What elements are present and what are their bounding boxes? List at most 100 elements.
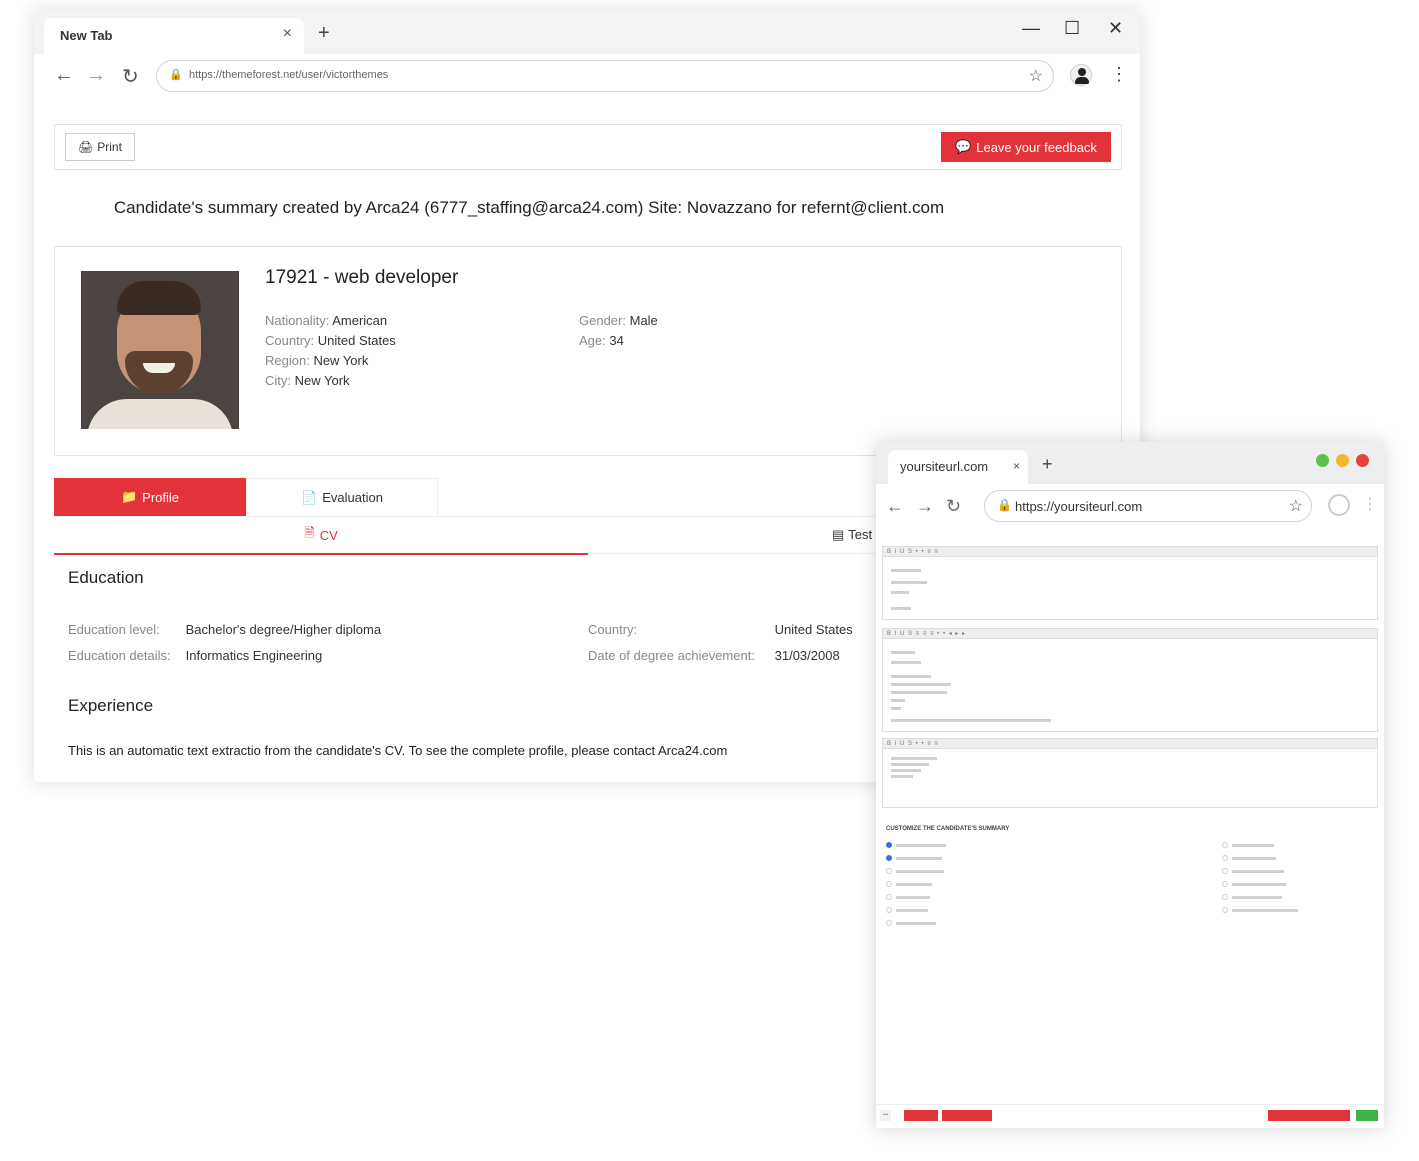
profile-avatar-icon[interactable] [1070,64,1092,86]
option-13[interactable] [1222,907,1298,913]
nationality-label: Nationality: [265,313,330,328]
candidate-photo [81,271,239,429]
tab-profile[interactable]: 📁 Profile [54,478,246,516]
option-3[interactable] [886,868,944,874]
tab-title: New Tab [60,28,113,43]
close-window-button[interactable]: ✕ [1108,18,1123,39]
subtab-cv[interactable]: 🗎 CV [54,517,588,555]
editor-2-toolbar[interactable]: B I U S ≡ ≡ ≡ • • ◂ ▸ ▸ [883,629,1377,639]
option-2[interactable] [886,855,942,861]
mini-red-button-1[interactable] [904,1110,938,1121]
education-details-value: Informatics Engineering [185,648,323,663]
file-icon: 📄 [301,489,318,505]
new-tab-button[interactable]: + [318,22,330,45]
option-7[interactable] [886,920,936,926]
tab-evaluation[interactable]: 📄 Evaluation [246,478,438,516]
browser-tab-new-tab[interactable]: New Tab × [44,18,304,54]
back-arrow-icon-2[interactable]: ← [886,496,904,517]
option-9[interactable] [1222,855,1276,861]
degree-date-row: Date of degree achievement: 31/03/2008 [588,648,840,663]
tab-close-icon[interactable]: × [283,25,292,43]
mini-red-button-3[interactable] [1268,1110,1350,1121]
feedback-label: Leave your feedback [976,139,1097,155]
back-arrow-icon[interactable]: ← [54,64,74,87]
printer-icon: 🖨 [78,140,94,154]
region-row: Region: New York [265,353,368,368]
rich-text-editor-3[interactable]: B I U S • • ≡ ≡ [882,738,1378,808]
mini-green-button[interactable] [1356,1110,1378,1121]
address-bar[interactable]: 🔒 https://themeforest.net/user/victorthe… [156,60,1054,92]
main-browser-toolbar: ← → ↻ 🔒 https://themeforest.net/user/vic… [34,54,1140,100]
main-tabstrip: New Tab × + — ☐ ✕ [34,10,1140,54]
option-1[interactable] [886,842,946,848]
address-bar-2[interactable]: 🔒 https://yoursiteurl.com ☆ [984,490,1312,522]
option-12[interactable] [1222,894,1282,900]
window-dot-yellow[interactable] [1336,454,1349,467]
new-tab-button-2[interactable]: + [1042,454,1053,475]
experience-heading: Experience [68,696,154,715]
education-level-row: Education level: Bachelor's degree/Highe… [68,622,381,637]
tab-evaluation-label: Evaluation [322,490,383,505]
region-label: Region: [265,353,310,368]
cv-extraction-note: This is an automatic text extractio from… [68,743,728,758]
tab-profile-label: Profile [142,489,180,505]
age-row: Age: 34 [579,333,624,348]
editor-3-toolbar[interactable]: B I U S • • ≡ ≡ [883,739,1377,749]
education-level-label: Education level: [68,622,160,637]
comments-icon: 💬 [955,139,972,154]
subtab-cv-label: CV [319,527,338,543]
city-value: New York [294,373,350,388]
print-label: Print [97,140,122,154]
reload-icon[interactable]: ↻ [122,64,139,89]
menu-kebab-icon-2[interactable]: ⋮ [1362,494,1378,514]
menu-kebab-icon[interactable]: ⋮ [1110,64,1128,85]
degree-date-value: 31/03/2008 [774,648,840,663]
education-country-value: United States [774,622,853,637]
education-country-label: Country: [588,622,638,637]
degree-date-label: Date of degree achievement: [588,648,755,663]
window-dot-red[interactable] [1356,454,1369,467]
subtab-tests[interactable]: ▤ Test [832,527,872,543]
mini-red-button-2[interactable] [942,1110,992,1121]
nationality-value: American [332,313,388,328]
region-value: New York [313,353,369,368]
profile-avatar-icon-2[interactable] [1328,494,1350,516]
rich-text-editor-2[interactable]: B I U S ≡ ≡ ≡ • • ◂ ▸ ▸ [882,628,1378,732]
option-8[interactable] [1222,842,1274,848]
option-11[interactable] [1222,881,1286,887]
customize-heading: CUSTOMIZE THE CANDIDATE'S SUMMARY [886,826,1010,832]
forward-arrow-icon-2[interactable]: → [916,496,934,517]
editor-1-toolbar[interactable]: B I U S • • ≡ ≡ [883,547,1377,557]
country-value: United States [317,333,396,348]
mini-close-button[interactable]: ••• [880,1110,892,1121]
bookmark-star-icon-2[interactable]: ☆ [1289,496,1303,516]
maximize-button[interactable]: ☐ [1064,18,1080,39]
age-label: Age: [579,333,606,348]
window-dot-green[interactable] [1316,454,1329,467]
summary-line: Candidate's summary created by Arca24 (6… [113,198,945,217]
rich-text-editor-1[interactable]: B I U S • • ≡ ≡ [882,546,1378,620]
print-button[interactable]: 🖨 Print [65,133,135,161]
folder-icon: 📁 [120,489,138,504]
minimize-button[interactable]: — [1022,18,1040,39]
address-url-2: https://yoursiteurl.com [1015,499,1143,514]
bookmark-star-icon[interactable]: ☆ [1029,66,1043,86]
option-10[interactable] [1222,868,1284,874]
gender-label: Gender: [579,313,626,328]
list-icon: ▤ [832,527,845,542]
education-country-row: Country: United States [588,622,853,637]
second-browser-window: yoursiteurl.com × + ← → ↻ 🔒 https://your… [876,442,1384,1128]
option-6[interactable] [886,907,928,913]
option-5[interactable] [886,894,930,900]
browser-tab-yoursiteurl[interactable]: yoursiteurl.com × [888,450,1028,484]
nationality-row: Nationality: American [265,313,387,328]
forward-arrow-icon[interactable]: → [86,64,106,87]
reload-icon-2[interactable]: ↻ [946,496,961,517]
city-label: City: [265,373,291,388]
country-row: Country: United States [265,333,396,348]
tab2-close-icon[interactable]: × [1013,459,1020,473]
leave-feedback-button[interactable]: 💬 Leave your feedback [941,132,1111,162]
option-4[interactable] [886,881,932,887]
screenshot-stage: New Tab × + — ☐ ✕ ← → ↻ 🔒 https://themef… [0,0,1419,1161]
education-details-row: Education details: Informatics Engineeri… [68,648,322,663]
